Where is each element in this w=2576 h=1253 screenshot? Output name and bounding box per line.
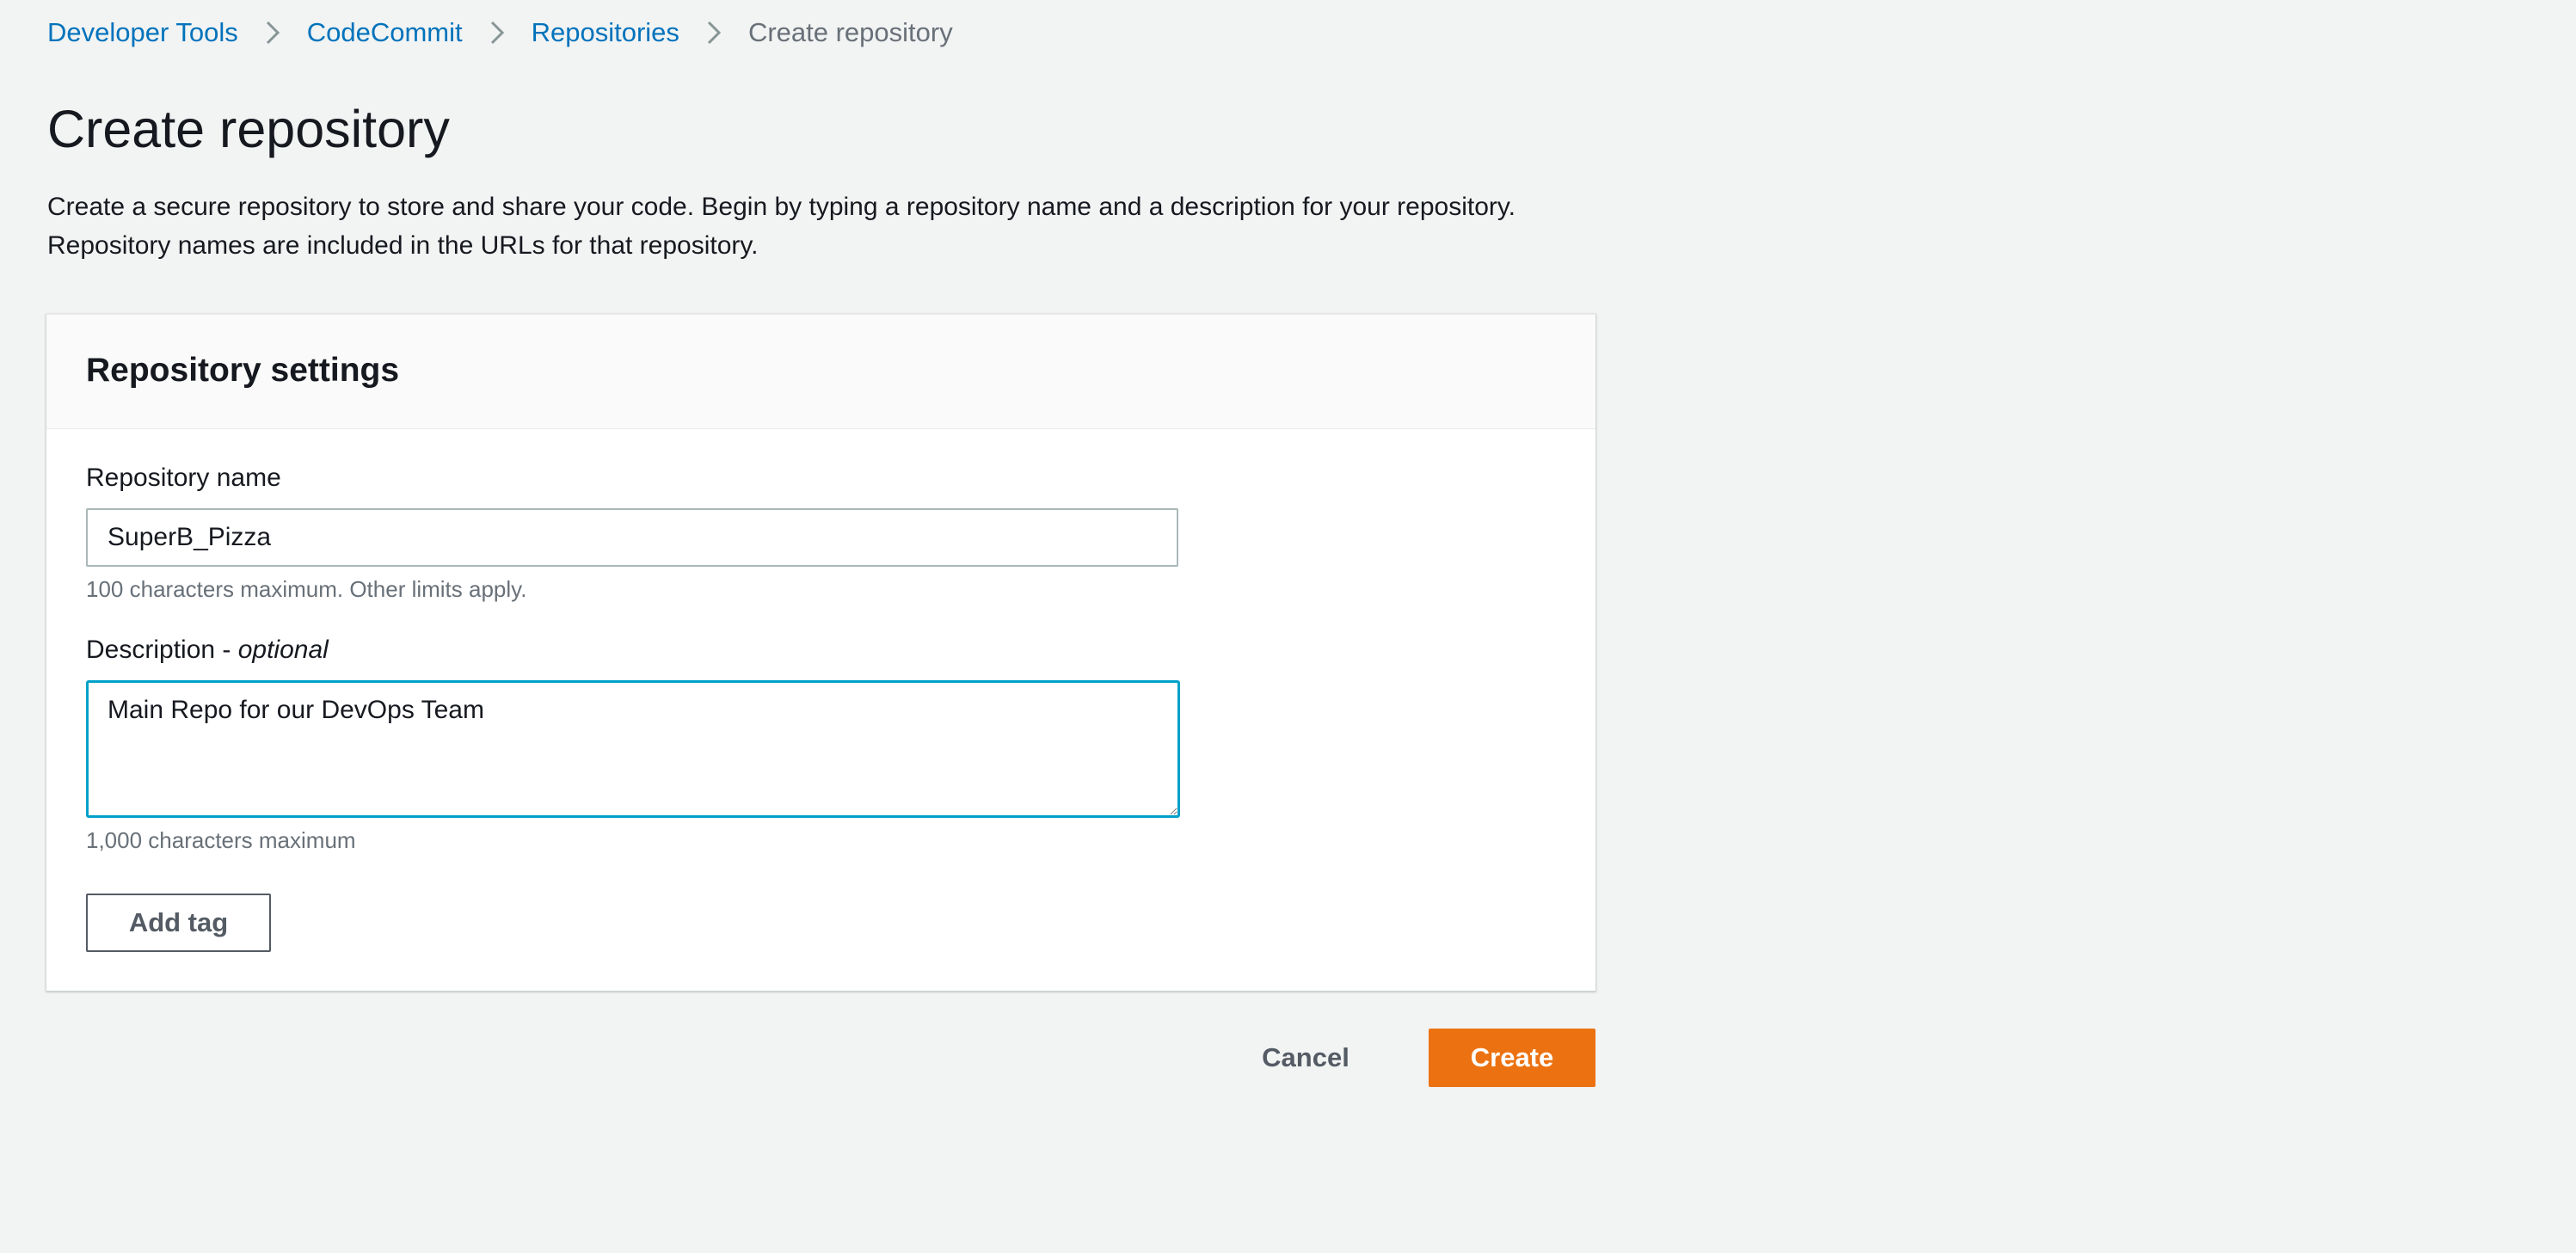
repository-name-label: Repository name xyxy=(86,464,281,492)
description-label: Description - optional xyxy=(86,633,329,667)
chevron-right-icon xyxy=(679,15,748,50)
description-label-text: Description - xyxy=(86,636,238,664)
breadcrumb: Developer Tools CodeCommit Repositories … xyxy=(47,15,953,50)
page-description: Create a secure repository to store and … xyxy=(47,193,1516,260)
breadcrumb-repositories[interactable]: Repositories xyxy=(532,15,679,50)
description-textarea[interactable]: Main Repo for our DevOps Team xyxy=(86,680,1180,818)
description-hint: 1,000 characters maximum xyxy=(86,827,356,853)
repository-settings-panel: Repository settings Repository name 100 … xyxy=(46,314,1595,991)
chevron-right-icon xyxy=(463,15,532,50)
chevron-right-icon xyxy=(238,15,307,50)
add-tag-button[interactable]: Add tag xyxy=(86,894,271,952)
repository-name-input[interactable] xyxy=(86,508,1178,567)
create-button[interactable]: Create xyxy=(1429,1029,1595,1087)
breadcrumb-current: Create repository xyxy=(747,17,953,47)
panel-header: Repository settings xyxy=(46,315,1595,429)
page-title: Create repository xyxy=(47,100,450,158)
breadcrumb-codecommit[interactable]: CodeCommit xyxy=(307,15,463,50)
panel-title: Repository settings xyxy=(86,352,400,389)
breadcrumb-developer-tools[interactable]: Developer Tools xyxy=(47,15,238,50)
optional-label: optional xyxy=(237,636,329,664)
repository-name-hint: 100 characters maximum. Other limits app… xyxy=(86,576,527,602)
cancel-button[interactable]: Cancel xyxy=(1230,1029,1381,1087)
